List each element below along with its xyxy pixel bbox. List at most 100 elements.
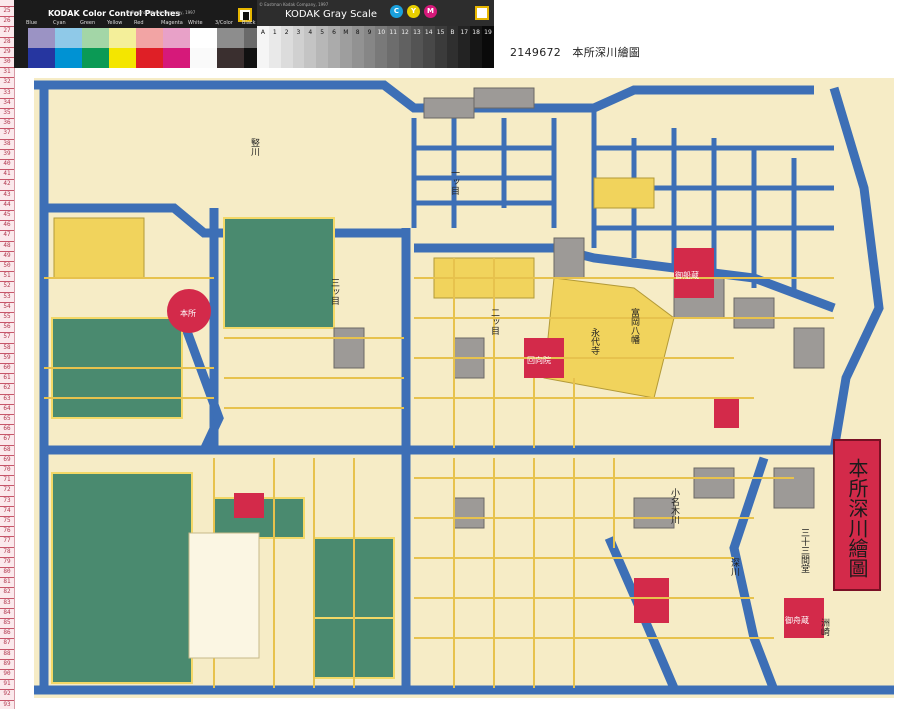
- ruler-number: 43: [3, 190, 11, 198]
- white-estate-block: [188, 532, 260, 659]
- scale-ruler: 25 26 27 28 29 30 31 32 33 34 35 36 37 38 39 40 41 42 43 44…: [0, 0, 15, 709]
- kodak-gray-scale-card: © Eastman Kodak Company, 1997 KODAK Gray…: [257, 0, 494, 68]
- ruler-number: 66: [3, 425, 11, 433]
- ruler-number: 73: [3, 496, 11, 504]
- color-patch: [190, 48, 217, 68]
- gray-card-copyright: © Eastman Kodak Company, 1997: [259, 2, 329, 7]
- color-patch-label: Cyan: [53, 20, 66, 26]
- block-label: 三ッ目: [329, 278, 340, 305]
- color-patch-label: Green: [80, 20, 96, 26]
- gray-step: M: [339, 26, 352, 68]
- gray-step: 13: [410, 26, 423, 68]
- gray-step-label: 6: [332, 29, 336, 36]
- gray-step: 4: [304, 26, 317, 68]
- color-patch: [28, 28, 55, 48]
- gray-step: 11: [387, 26, 400, 68]
- ruler-number: 57: [3, 333, 11, 341]
- ruler-number: 31: [3, 68, 11, 76]
- gray-step: 19: [482, 26, 494, 68]
- ruler-number: 37: [3, 129, 11, 137]
- gray-step: 5: [316, 26, 329, 68]
- ruler-number: 34: [3, 98, 11, 106]
- ruler-number: 89: [3, 659, 11, 667]
- ruler-number: 77: [3, 537, 11, 545]
- block-label: 洲崎: [819, 618, 830, 636]
- cyan-dot-icon: C: [390, 5, 403, 18]
- gray-step-label: 13: [413, 29, 421, 36]
- landmark-label: 回向院: [527, 355, 551, 365]
- color-patch: [28, 48, 55, 68]
- color-patch-label: Black: [242, 20, 256, 26]
- color-patch-label: Magenta: [161, 20, 183, 26]
- ruler-number: 54: [3, 302, 11, 310]
- ruler-number: 83: [3, 598, 11, 606]
- ruler-number: 65: [3, 415, 11, 422]
- ruler-number: 71: [3, 476, 11, 484]
- ruler-number: 41: [3, 170, 11, 178]
- color-patch: [163, 48, 190, 68]
- ruler-number: 75: [3, 517, 11, 524]
- landmark-label: 御舟蔵: [785, 615, 809, 625]
- gray-step: 14: [422, 26, 435, 68]
- color-patch-label: Blue: [26, 20, 38, 26]
- landmark-label: 御船蔵: [675, 270, 699, 280]
- gray-step-label: 19: [484, 29, 492, 36]
- magenta-dot-icon: M: [424, 5, 437, 18]
- ruler-number: 78: [3, 547, 11, 555]
- ruler-number: 74: [3, 506, 11, 514]
- map-title: 本所深川繪圖: [845, 458, 869, 578]
- ruler-number: 32: [3, 78, 11, 86]
- ruler-number: 68: [3, 445, 11, 453]
- gray-step-label: 11: [389, 29, 398, 36]
- block-label: 竪川: [249, 138, 260, 156]
- kodak-logo-icon: [475, 6, 489, 20]
- gray-step-label: 5: [320, 29, 325, 36]
- ruler-number: 28: [3, 37, 11, 45]
- color-patch-label: White: [188, 20, 203, 26]
- ruler-number: 39: [3, 149, 11, 157]
- gray-step-label: 14: [424, 29, 433, 36]
- ruler-number: 60: [3, 364, 11, 371]
- ruler-number: 33: [3, 88, 11, 96]
- color-patch-label: 3/Color: [215, 20, 233, 26]
- color-patch: [217, 48, 244, 68]
- color-patch: [163, 28, 190, 48]
- ruler-number: 84: [3, 608, 11, 616]
- ruler-number: 55: [3, 313, 11, 320]
- gray-step-label: 1: [272, 29, 277, 36]
- color-patch: [190, 28, 217, 48]
- ruler-number: 27: [3, 27, 11, 35]
- ruler-number: 80: [3, 568, 11, 575]
- gray-step-label: 3: [296, 29, 301, 36]
- ruler-number: 50: [3, 262, 11, 269]
- yellow-dot-icon: Y: [407, 5, 420, 18]
- ruler-number: 76: [3, 527, 11, 535]
- gray-step-label: 4: [308, 29, 313, 36]
- color-patch: [55, 48, 82, 68]
- gray-step: 10: [375, 26, 388, 68]
- block-label: 三十三間堂: [799, 528, 810, 573]
- catalog-label: 2149672 本所深川繪圖: [510, 46, 641, 59]
- ruler-number: 82: [3, 588, 11, 596]
- ruler-number: 81: [3, 578, 11, 586]
- ruler-number: 45: [3, 211, 11, 218]
- gray-step: 6: [328, 26, 340, 68]
- gray-step-label: 8: [355, 29, 360, 36]
- color-patch: [136, 48, 163, 68]
- ruler-number: 30: [3, 58, 11, 65]
- gray-card-header: © Eastman Kodak Company, 1997 KODAK Gray…: [257, 0, 494, 26]
- ruler-number: 35: [3, 109, 11, 116]
- gray-step: 1: [268, 26, 281, 68]
- block-label: 富岡八幡: [629, 307, 640, 345]
- color-patch: [109, 28, 136, 48]
- ruler-number: 40: [3, 160, 11, 167]
- ruler-number: 85: [3, 619, 11, 626]
- ruler-number: 72: [3, 486, 11, 494]
- gray-step: 9: [363, 26, 376, 68]
- color-patch: [82, 48, 109, 68]
- ruler-number: 46: [3, 221, 11, 229]
- block-label: 小名木川: [669, 488, 680, 524]
- ruler-number: 52: [3, 282, 11, 290]
- ruler-number: 63: [3, 394, 11, 402]
- gray-step: 2: [280, 26, 293, 68]
